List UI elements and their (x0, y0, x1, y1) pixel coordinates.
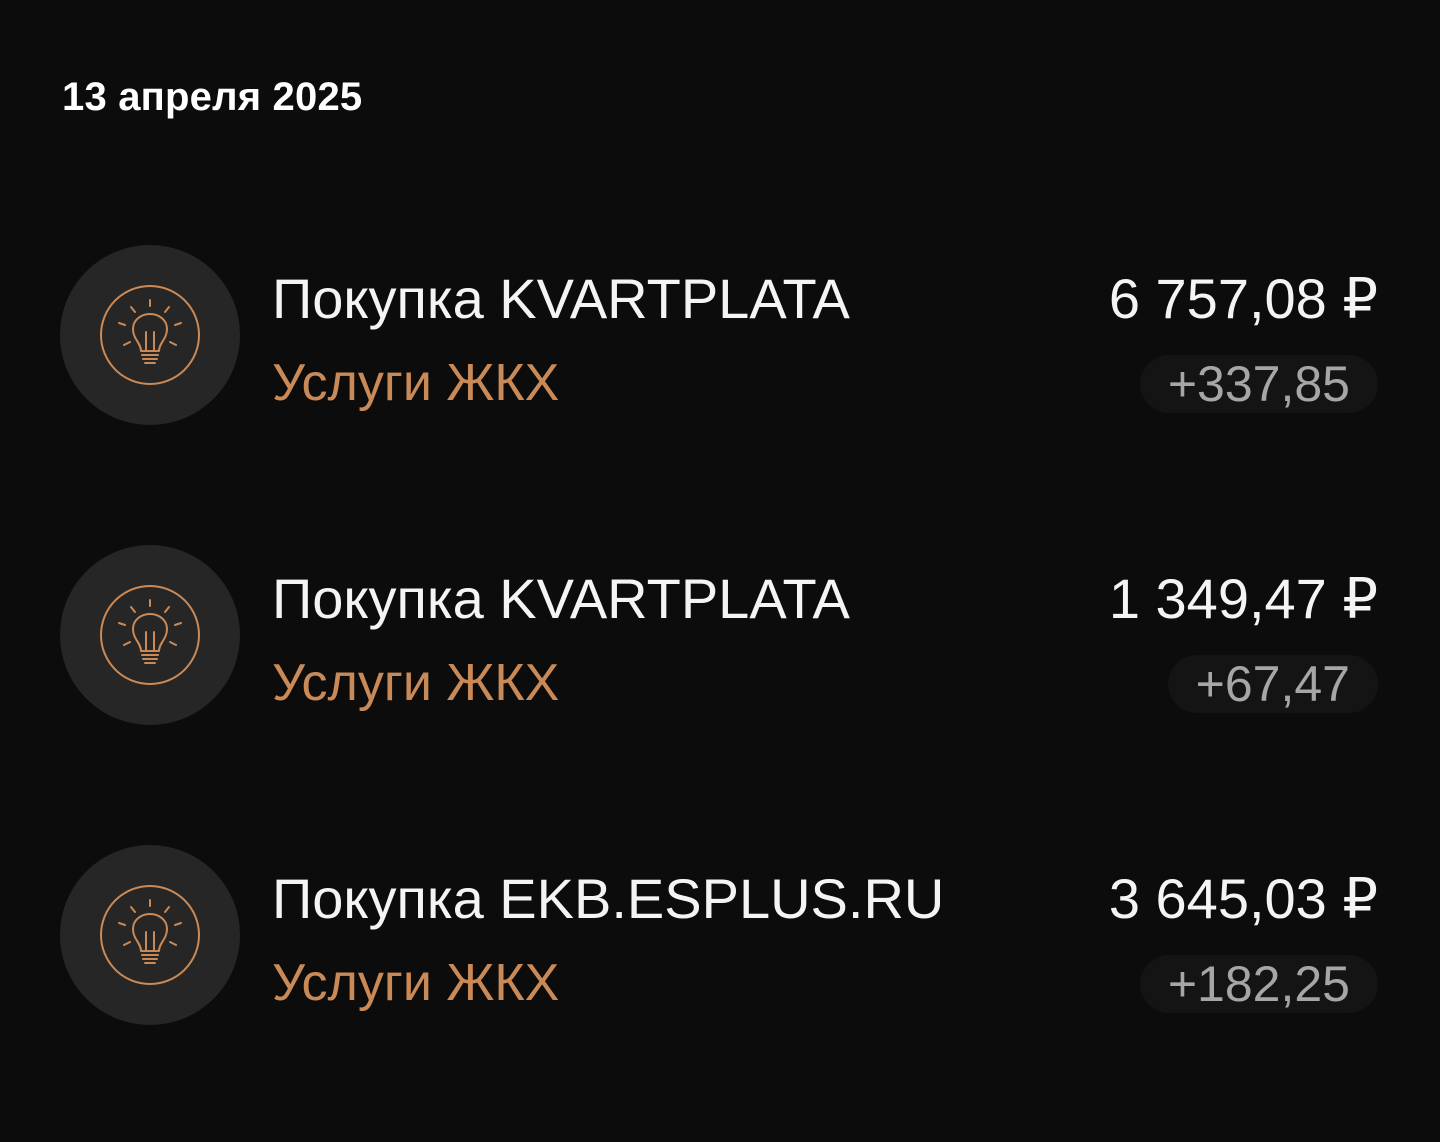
transaction-category: Услуги ЖКХ (272, 954, 560, 1012)
cashback-badge: +337,85 (1139, 355, 1378, 413)
cashback-badge: +182,25 (1139, 955, 1378, 1013)
lightbulb-icon (100, 285, 200, 385)
transaction-row[interactable]: Покупка KVARTPLATA Услуги ЖКХ 6 757,08 ₽… (0, 245, 1440, 425)
transaction-title: Покупка EKB.ESPLUS.RU (272, 867, 945, 930)
category-icon-badge (60, 245, 240, 425)
transaction-amount: 6 757,08 ₽ (1108, 267, 1378, 330)
transaction-title: Покупка KVARTPLATA (272, 267, 850, 330)
transaction-title: Покупка KVARTPLATA (272, 567, 850, 630)
category-icon-badge (60, 545, 240, 725)
cashback-badge: +67,47 (1167, 655, 1378, 713)
transaction-category: Услуги ЖКХ (272, 354, 560, 412)
lightbulb-icon (100, 885, 200, 985)
transaction-amount: 1 349,47 ₽ (1108, 567, 1378, 630)
transaction-row[interactable]: Покупка EKB.ESPLUS.RU Услуги ЖКХ 3 645,0… (0, 845, 1440, 1025)
transaction-row[interactable]: Покупка KVARTPLATA Услуги ЖКХ 1 349,47 ₽… (0, 545, 1440, 725)
transaction-category: Услуги ЖКХ (272, 654, 560, 712)
transaction-list: Покупка KVARTPLATA Услуги ЖКХ 6 757,08 ₽… (0, 0, 1440, 1142)
lightbulb-icon (100, 585, 200, 685)
category-icon-badge (60, 845, 240, 1025)
transaction-amount: 3 645,03 ₽ (1108, 867, 1378, 930)
